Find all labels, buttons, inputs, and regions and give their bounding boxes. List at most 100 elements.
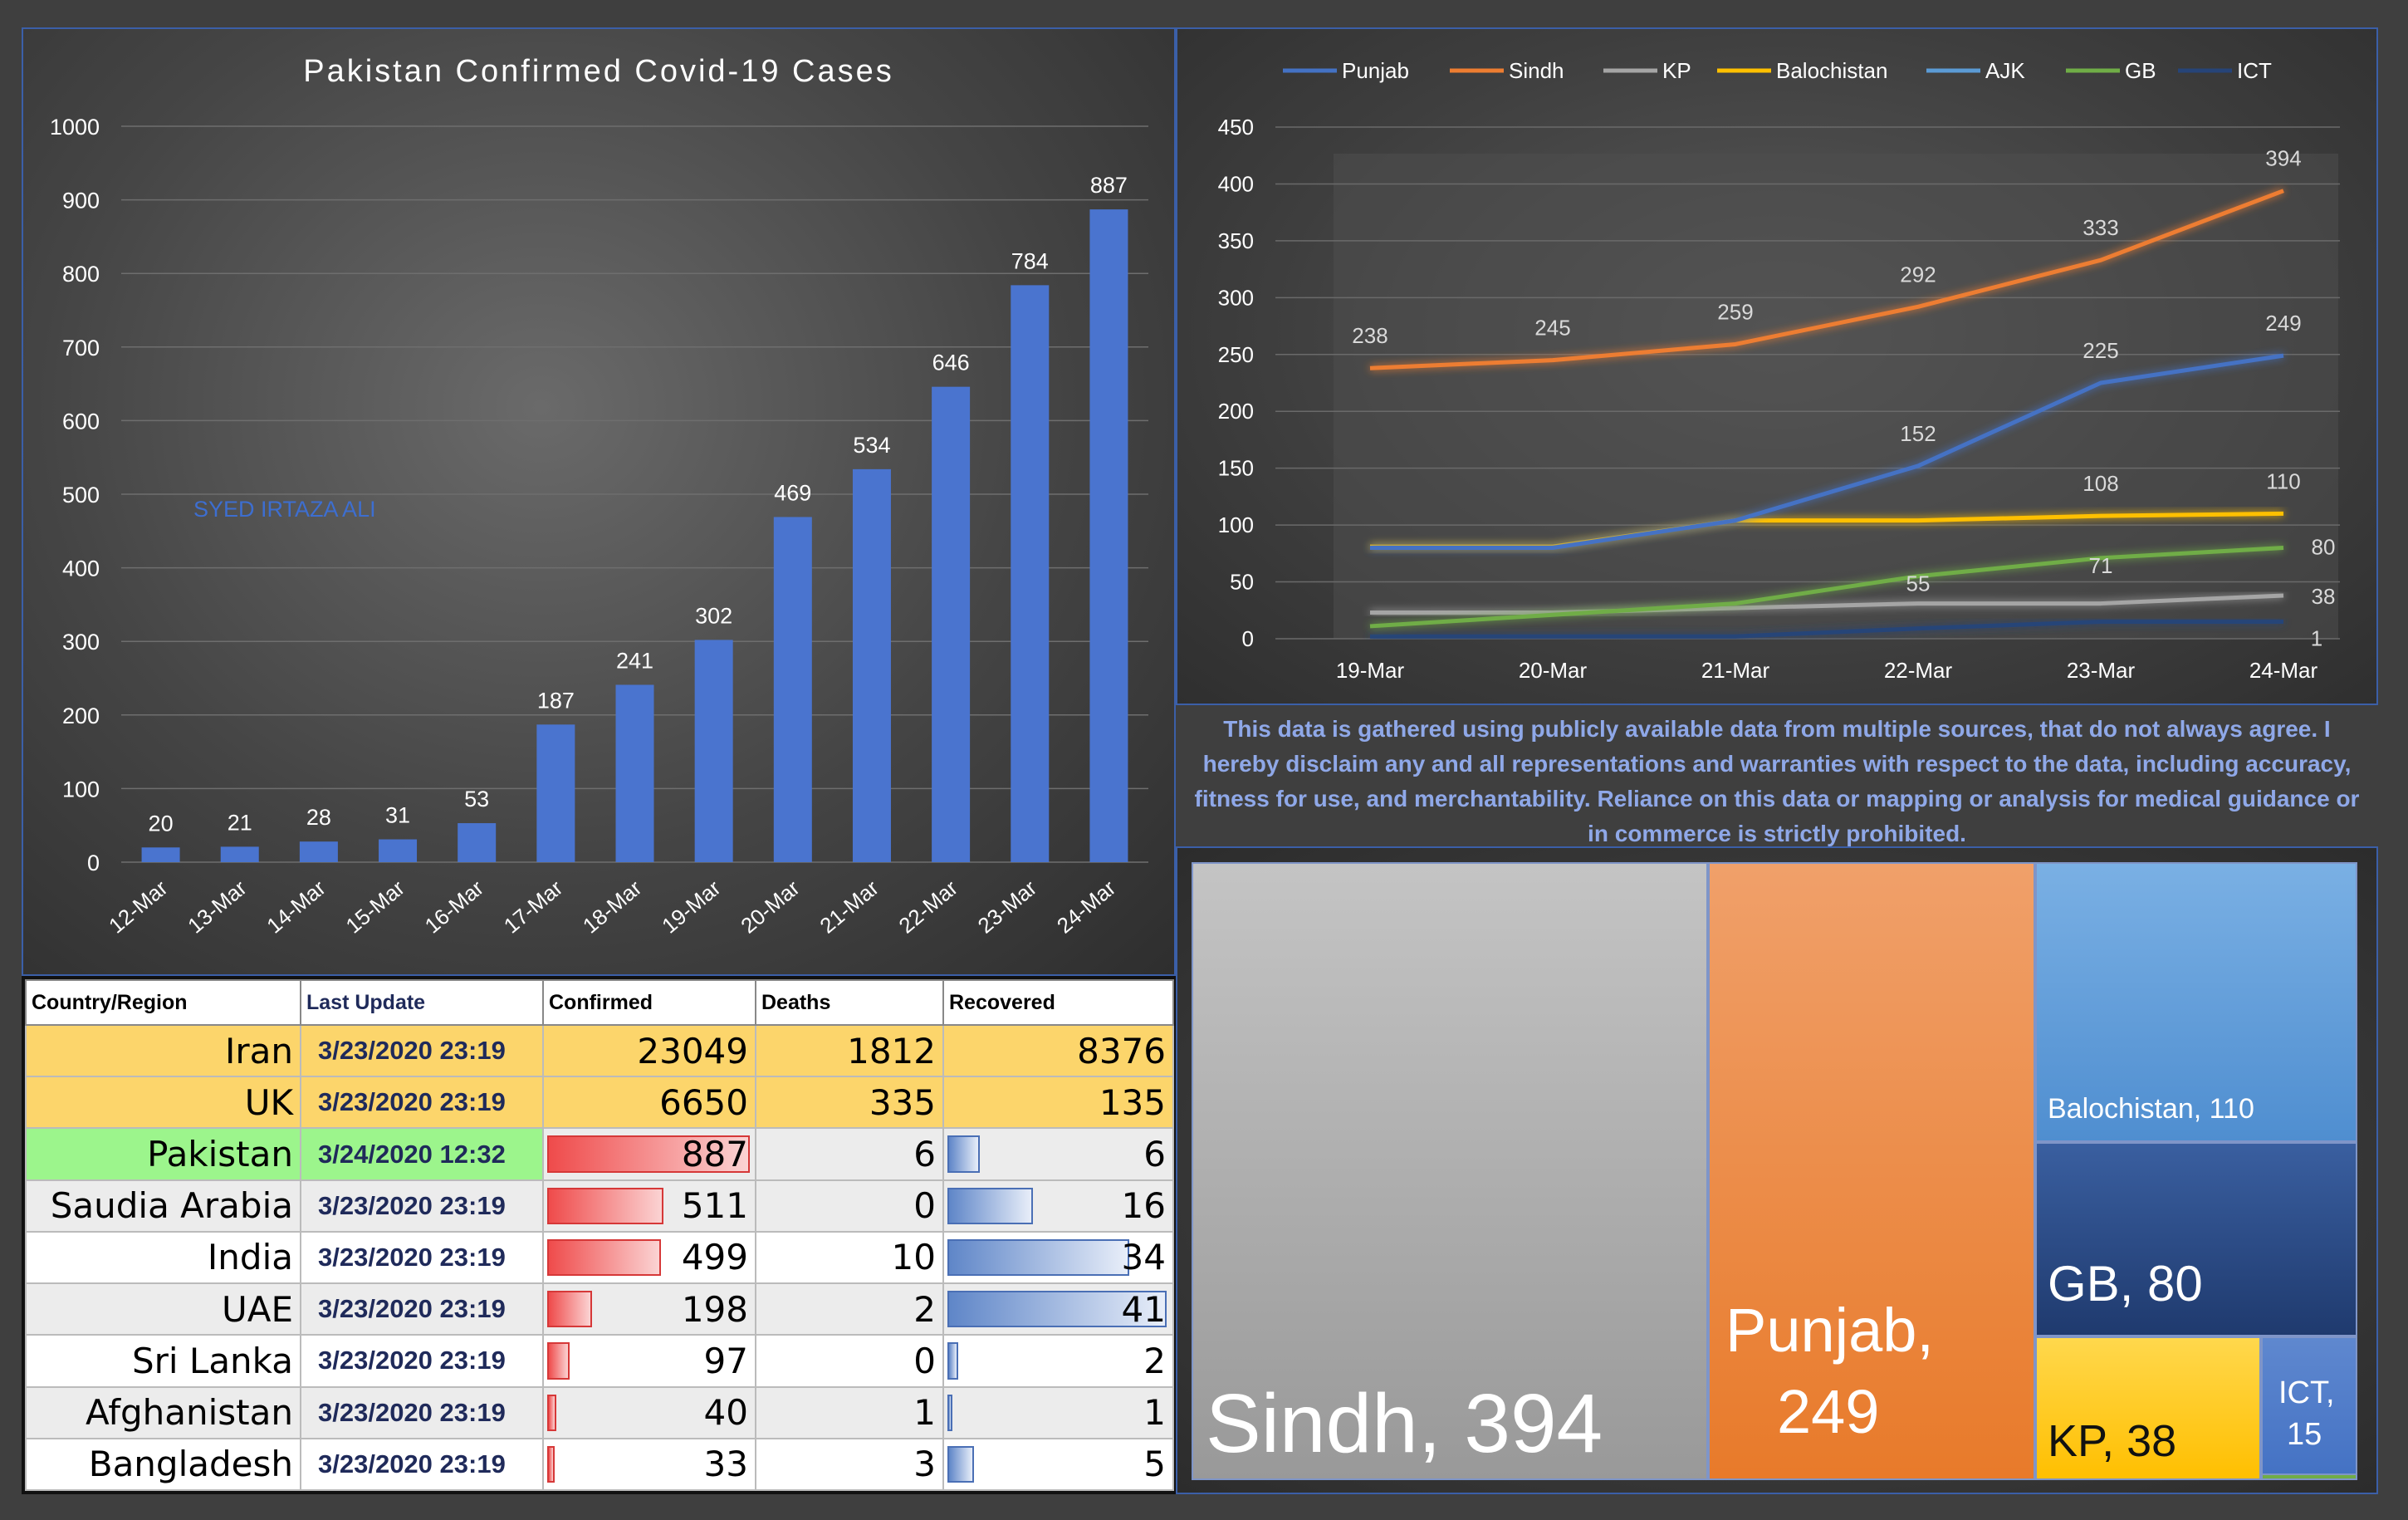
confirmed-cell-value: 97 [703, 1340, 748, 1381]
recovered-data-bar [947, 1394, 953, 1431]
confirmed-cell-value: 198 [681, 1288, 748, 1330]
country-cell-value: India [207, 1237, 293, 1278]
last-update-cell-value: 3/23/2020 23:19 [318, 1087, 506, 1117]
deaths-cell-value: 335 [869, 1081, 936, 1123]
watermark-text: SYED IRTAZA ALI [193, 497, 376, 522]
recovered-cell: 6 [942, 1127, 1174, 1181]
last-update-cell: 3/23/2020 23:19 [300, 1385, 544, 1439]
confirmed-cell: 6650 [542, 1076, 756, 1130]
bar [220, 846, 259, 862]
x-tick-label: 13-Mar [183, 875, 252, 938]
x-tick-label: 23-Mar [973, 875, 1042, 938]
deaths-cell: 1 [755, 1385, 944, 1439]
country-cell: Sri Lanka [25, 1334, 301, 1388]
table-row: Bangladesh 3/23/2020 23:19 33 3 5 [25, 1437, 1174, 1492]
last-update-cell-value: 3/24/2020 12:32 [318, 1139, 506, 1169]
confirmed-data-bar [547, 1342, 570, 1380]
treemap-label-ict: ICT, [2278, 1375, 2335, 1410]
treemap-label-ict-value: 15 [2287, 1417, 2322, 1452]
country-cell-value: Afghanistan [85, 1392, 293, 1434]
deaths-cell-value: 1812 [847, 1030, 936, 1071]
confirmed-data-bar [547, 1445, 556, 1483]
data-label: 302 [695, 603, 732, 628]
data-label: 187 [537, 688, 575, 713]
deaths-cell: 335 [755, 1076, 944, 1130]
x-tick-label: 21-Mar [1701, 658, 1770, 683]
recovered-cell-value: 6 [1143, 1134, 1166, 1175]
legend-label: ICT [2237, 58, 2272, 83]
country-cell-value: Iran [224, 1030, 293, 1071]
recovered-cell-value: 16 [1121, 1185, 1166, 1227]
recovered-cell-value: 135 [1099, 1081, 1166, 1123]
deaths-cell: 2 [755, 1282, 944, 1336]
recovered-cell: 135 [942, 1076, 1174, 1130]
country-cell-value: UAE [221, 1288, 293, 1330]
deaths-cell: 0 [755, 1179, 944, 1233]
deaths-cell-value: 3 [913, 1444, 936, 1485]
data-label: 110 [2266, 468, 2300, 493]
treemap-label-gb: GB, 80 [2048, 1256, 2203, 1312]
last-update-cell: 3/23/2020 23:19 [300, 1437, 544, 1492]
bar [536, 724, 575, 862]
bar [932, 386, 971, 862]
recovered-data-bar [947, 1342, 958, 1380]
data-label: 887 [1090, 173, 1128, 198]
data-label: 108 [2083, 471, 2118, 496]
treemap-label-punjab-value: 249 [1777, 1377, 1879, 1446]
y-tick-label: 600 [62, 409, 100, 434]
country-cell: UAE [25, 1282, 301, 1336]
x-tick-label: 22-Mar [1884, 658, 1953, 683]
confirmed-data-bar [547, 1291, 593, 1328]
data-label: 534 [853, 433, 890, 458]
deaths-cell-value: 1 [913, 1392, 936, 1434]
last-update-cell: 3/24/2020 12:32 [300, 1127, 544, 1181]
y-tick-label: 200 [1218, 399, 1254, 424]
data-label: 259 [1717, 299, 1753, 324]
x-tick-label: 22-Mar [894, 875, 963, 938]
bar [299, 841, 338, 862]
confirmed-data-bar [547, 1238, 662, 1277]
x-tick-label: 21-Mar [815, 875, 883, 938]
data-label: 21 [228, 810, 252, 835]
last-update-cell: 3/23/2020 23:19 [300, 1230, 544, 1285]
data-label: 394 [2265, 146, 2301, 171]
bar [379, 839, 418, 862]
y-tick-label: 500 [62, 483, 100, 507]
confirmed-cell-value: 33 [703, 1444, 748, 1485]
province-treemap: Sindh, 394 Punjab, 249 Balochistan, 110 GB, … [1176, 846, 2378, 1494]
y-tick-label: 450 [1218, 115, 1254, 140]
deaths-cell: 1812 [755, 1023, 944, 1078]
treemap-svg: Sindh, 394 Punjab, 249 Balochistan, 110 GB, … [1192, 862, 2357, 1480]
confirmed-data-bar [547, 1394, 556, 1431]
table-row: UK 3/23/2020 23:19 6650 335 135 [25, 1076, 1174, 1130]
y-tick-label: 100 [62, 777, 100, 802]
country-cell-value: Pakistan [147, 1134, 293, 1175]
last-update-cell-value: 3/23/2020 23:19 [318, 1449, 506, 1478]
recovered-cell: 41 [942, 1282, 1174, 1336]
deaths-cell-value: 10 [891, 1237, 936, 1278]
deaths-cell-value: 6 [913, 1134, 936, 1175]
last-update-cell: 3/23/2020 23:19 [300, 1076, 544, 1130]
country-cell-value: Bangladesh [88, 1444, 293, 1485]
last-update-cell-value: 3/23/2020 23:19 [318, 1294, 506, 1324]
y-tick-label: 100 [1218, 512, 1254, 537]
confirmed-cell: 198 [542, 1282, 756, 1336]
deaths-cell: 6 [755, 1127, 944, 1181]
y-tick-label: 900 [62, 189, 100, 213]
confirmed-cell: 33 [542, 1437, 756, 1492]
country-cell: UK [25, 1076, 301, 1130]
confirmed-cell-value: 511 [681, 1185, 748, 1227]
bar [615, 684, 654, 862]
recovered-cell-value: 41 [1121, 1288, 1166, 1330]
recovered-cell-value: 8376 [1077, 1030, 1166, 1071]
province-line-chart: 0 50 100 150 200 250 300 350 400 450 19-Mar 20-Mar 2… [1176, 27, 2378, 705]
last-update-cell-value: 3/23/2020 23:19 [318, 1242, 506, 1272]
last-update-cell-value: 3/23/2020 23:19 [318, 1190, 506, 1220]
recovered-cell-value: 1 [1143, 1392, 1166, 1434]
y-tick-label: 50 [1230, 570, 1254, 595]
bar [1011, 285, 1050, 863]
country-comparison-table: Country/Region Last Update Confirmed Dea… [22, 976, 1176, 1494]
recovered-cell: 1 [942, 1385, 1174, 1439]
treemap-label-balochistan: Balochistan, 110 [2048, 1093, 2254, 1125]
y-tick-label: 400 [1218, 171, 1254, 196]
